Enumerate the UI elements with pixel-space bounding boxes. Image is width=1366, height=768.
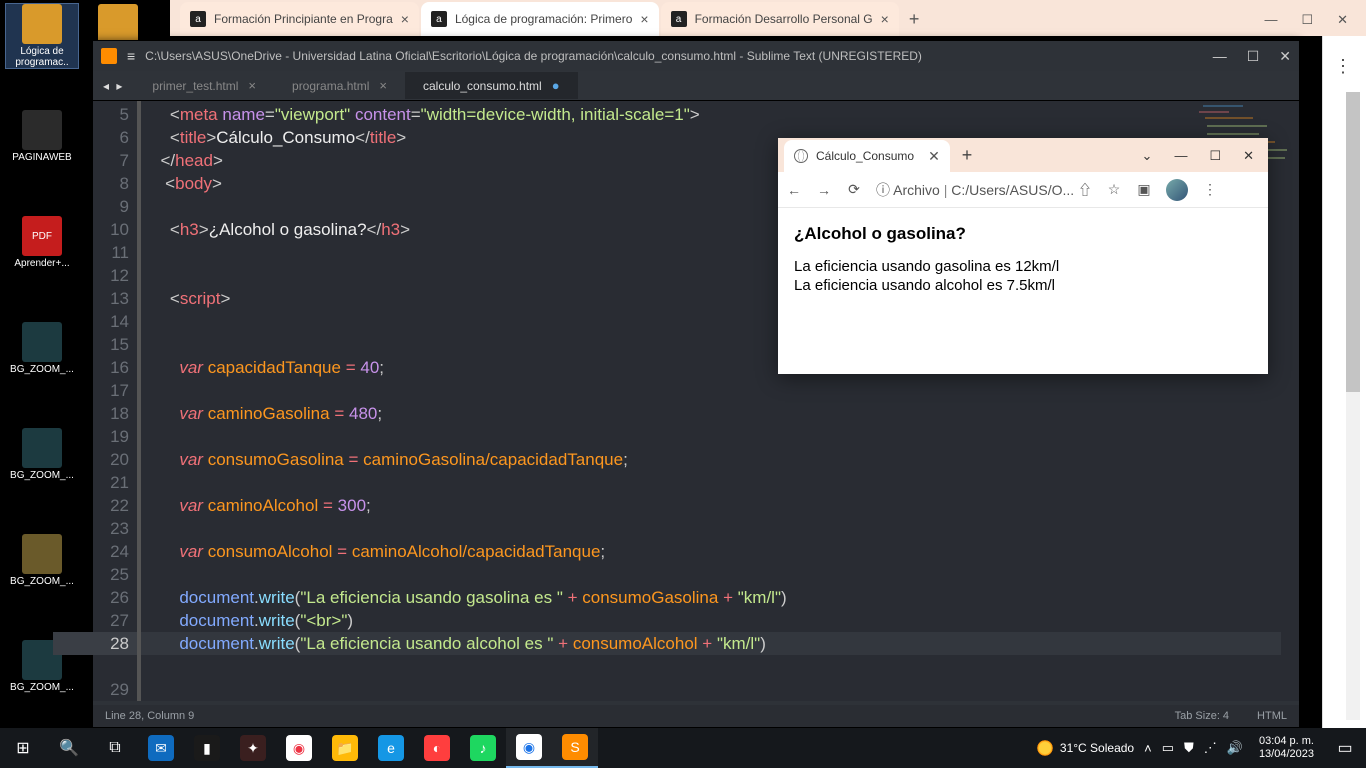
desktop-icon[interactable]: PAGINAWEB bbox=[6, 110, 78, 163]
panel-icon[interactable]: ▣ bbox=[1136, 181, 1152, 198]
taskbar-app[interactable]: ✉ bbox=[138, 728, 184, 768]
desktop-icon[interactable]: BG_ZOOM_... bbox=[6, 428, 78, 481]
security-icon[interactable]: ⛊ bbox=[1184, 740, 1194, 756]
favicon: a bbox=[431, 11, 447, 27]
weather-widget[interactable]: 31°C Soleado bbox=[1036, 739, 1134, 757]
notifications-button[interactable]: ▭ bbox=[1330, 728, 1360, 768]
mini-new-tab[interactable]: + bbox=[950, 145, 985, 166]
sublime-title-text: C:\Users\ASUS\OneDrive - Universidad Lat… bbox=[145, 49, 922, 63]
sun-icon bbox=[1036, 739, 1054, 757]
page-heading: ¿Alcohol o gasolina? bbox=[794, 224, 1252, 244]
editor-tab[interactable]: calculo_consumo.html● bbox=[405, 72, 578, 99]
tab-close-icon[interactable]: ● bbox=[552, 78, 560, 93]
favicon: a bbox=[190, 11, 206, 27]
tab-nav-arrows[interactable]: ◂ ▸ bbox=[103, 79, 124, 93]
tab-close-icon[interactable]: × bbox=[881, 11, 889, 27]
mini-toolbar: ← → ⟳ ⓘ Archivo | C:/Users/ASUS/O... ⇧ ☆… bbox=[778, 172, 1268, 208]
taskbar-app[interactable]: ◉ bbox=[276, 728, 322, 768]
taskbar-app[interactable]: 📁 bbox=[322, 728, 368, 768]
mini-dropdown-icon[interactable]: ⌄ bbox=[1142, 148, 1153, 164]
tray-chevron-icon[interactable]: ˄ bbox=[1144, 741, 1152, 756]
mini-minimize-button[interactable]: — bbox=[1174, 148, 1187, 164]
clock-date: 13/04/2023 bbox=[1259, 748, 1314, 761]
weather-text: 31°C Soleado bbox=[1060, 741, 1134, 755]
hamburger-icon[interactable]: ≡ bbox=[127, 48, 135, 64]
back-button[interactable]: ← bbox=[786, 182, 802, 198]
sublime-statusbar: Line 28, Column 9 Tab Size: 4 HTML bbox=[93, 705, 1299, 727]
taskbar-app[interactable]: ▮ bbox=[184, 728, 230, 768]
browser-right-gutter: ⋮ bbox=[1322, 36, 1366, 728]
chrome-preview-window: Cálculo_Consumo ✕ + ⌄ — ☐ ✕ ← → ⟳ ⓘ Arch… bbox=[778, 138, 1268, 374]
output-line: La eficiencia usando alcohol es 7.5km/l bbox=[794, 277, 1252, 296]
favicon: a bbox=[671, 11, 687, 27]
mini-tab-close[interactable]: ✕ bbox=[928, 148, 940, 165]
windows-taskbar: ⊞ 🔍 ⧉ ✉▮✦◉📁e◐♪◉S 31°C Soleado ˄ ▭ ⛊ ⋰ 🔊 … bbox=[0, 728, 1366, 768]
taskbar-app[interactable]: e bbox=[368, 728, 414, 768]
line-gutter: 5678910111213141516171819202122232425262… bbox=[93, 101, 141, 701]
clock-time: 03:04 p. m. bbox=[1259, 735, 1314, 748]
mini-menu-button[interactable]: ⋮ bbox=[1202, 181, 1218, 198]
taskbar-app[interactable]: ◐ bbox=[414, 728, 460, 768]
mini-tab[interactable]: Cálculo_Consumo ✕ bbox=[784, 140, 950, 172]
chrome-tab[interactable]: aLógica de programación: Primero× bbox=[421, 2, 659, 36]
desktop-icon[interactable]: BG_ZOOM_... bbox=[6, 322, 78, 375]
new-tab-button[interactable]: + bbox=[901, 2, 928, 36]
start-button[interactable]: ⊞ bbox=[0, 728, 46, 768]
tab-close-icon[interactable]: × bbox=[401, 11, 409, 27]
mini-tabstrip: Cálculo_Consumo ✕ + ⌄ — ☐ ✕ bbox=[778, 138, 1268, 172]
addr-scheme: Archivo bbox=[893, 182, 940, 198]
tab-close-icon[interactable]: × bbox=[248, 78, 256, 93]
sublime-close-button[interactable]: ✕ bbox=[1279, 48, 1291, 65]
wifi-icon[interactable]: ⋰ bbox=[1204, 740, 1217, 756]
volume-icon[interactable]: 🔊 bbox=[1227, 740, 1243, 756]
sublime-titlebar[interactable]: ≡ C:\Users\ASUS\OneDrive - Universidad L… bbox=[93, 41, 1299, 71]
info-icon: ⓘ bbox=[876, 182, 890, 198]
chrome-menu-button[interactable]: ⋮ bbox=[1334, 56, 1352, 77]
chrome-tabstrip: aFormación Principiante en Progra×aLógic… bbox=[170, 0, 1366, 36]
globe-icon bbox=[794, 149, 808, 163]
addr-path: C:/Users/ASUS/O... bbox=[951, 182, 1074, 198]
status-tabsize[interactable]: Tab Size: 4 bbox=[1175, 710, 1229, 722]
system-tray: 31°C Soleado ˄ ▭ ⛊ ⋰ 🔊 03:04 p. m. 13/04… bbox=[1036, 728, 1366, 768]
profile-avatar[interactable] bbox=[1166, 179, 1188, 201]
share-icon[interactable]: ⇧ bbox=[1078, 182, 1092, 198]
taskbar-app[interactable]: ◉ bbox=[506, 728, 552, 768]
reload-button[interactable]: ⟳ bbox=[846, 181, 862, 198]
editor-tab[interactable]: primer_test.html× bbox=[134, 72, 274, 99]
taskbar-clock[interactable]: 03:04 p. m. 13/04/2023 bbox=[1253, 735, 1320, 760]
mini-page-body: ¿Alcohol o gasolina? La eficiencia usand… bbox=[778, 208, 1268, 312]
sublime-tab-bar: ◂ ▸ primer_test.html×programa.html×calcu… bbox=[93, 71, 1299, 101]
editor-tab[interactable]: programa.html× bbox=[274, 72, 405, 99]
forward-button[interactable]: → bbox=[816, 182, 832, 198]
status-syntax[interactable]: HTML bbox=[1257, 710, 1287, 722]
page-scrollbar[interactable] bbox=[1346, 92, 1360, 720]
chrome-tab[interactable]: aFormación Desarrollo Personal G× bbox=[661, 2, 899, 36]
mini-close-button[interactable]: ✕ bbox=[1243, 148, 1254, 164]
chrome-minimize-button[interactable]: — bbox=[1264, 12, 1277, 28]
sublime-app-icon bbox=[101, 48, 117, 64]
tab-close-icon[interactable]: × bbox=[640, 11, 648, 27]
chrome-tab[interactable]: aFormación Principiante en Progra× bbox=[180, 2, 419, 36]
taskbar-app[interactable]: ♪ bbox=[460, 728, 506, 768]
search-button[interactable]: 🔍 bbox=[46, 728, 92, 768]
mini-tab-title: Cálculo_Consumo bbox=[816, 149, 914, 163]
mini-maximize-button[interactable]: ☐ bbox=[1209, 148, 1221, 164]
output-line: La eficiencia usando gasolina es 12km/l bbox=[794, 258, 1252, 277]
desktop-icon[interactable]: Lógica de programac.. bbox=[6, 4, 78, 68]
status-cursor[interactable]: Line 28, Column 9 bbox=[105, 710, 194, 722]
taskbar-app[interactable]: S bbox=[552, 728, 598, 768]
sublime-minimize-button[interactable]: — bbox=[1213, 48, 1227, 65]
bookmark-icon[interactable]: ☆ bbox=[1106, 181, 1122, 198]
desktop-icon[interactable]: BG_ZOOM_... bbox=[6, 534, 78, 587]
taskbar-app[interactable]: ✦ bbox=[230, 728, 276, 768]
battery-icon[interactable]: ▭ bbox=[1162, 740, 1174, 756]
desktop-icon[interactable]: PDFAprender+... bbox=[6, 216, 78, 269]
sublime-maximize-button[interactable]: ☐ bbox=[1247, 48, 1260, 65]
address-bar[interactable]: ⓘ Archivo | C:/Users/ASUS/O... ⇧ bbox=[876, 180, 1092, 200]
tab-close-icon[interactable]: × bbox=[379, 78, 387, 93]
taskview-button[interactable]: ⧉ bbox=[92, 728, 138, 768]
chrome-maximize-button[interactable]: ☐ bbox=[1301, 12, 1313, 28]
chrome-close-button[interactable]: ✕ bbox=[1337, 12, 1348, 28]
